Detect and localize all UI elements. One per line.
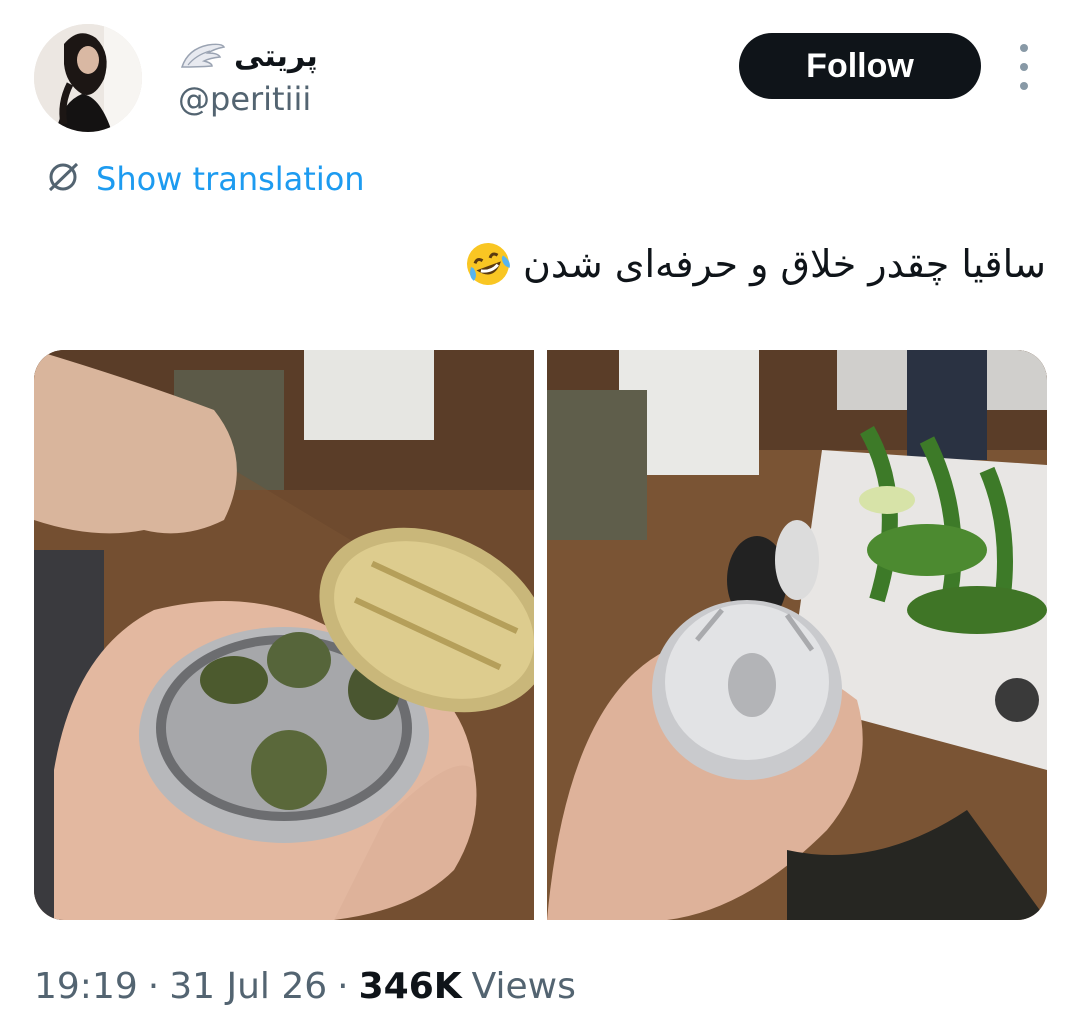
views-count: 346K [358, 965, 462, 1007]
tweet-text: ساقیا چقدر خلاق و حرفه‌ای شدن [522, 242, 1046, 286]
meta-separator: · [337, 965, 349, 1007]
show-translation-label: Show translation [96, 160, 365, 198]
translate-icon [44, 158, 82, 200]
meta-separator: · [147, 965, 160, 1007]
more-vertical-icon[interactable] [1010, 44, 1038, 90]
follow-button[interactable]: Follow [739, 33, 981, 99]
avatar-image [34, 24, 142, 132]
tweet-photo-1[interactable] [34, 350, 534, 920]
tweet-date[interactable]: 31 Jul 26 [169, 966, 327, 1007]
laughing-emoji-icon [463, 239, 513, 289]
views-label: Views [471, 965, 576, 1007]
show-translation-link[interactable]: Show translation [44, 156, 365, 202]
author-display-name: پریتی [234, 38, 318, 74]
author-handle[interactable]: @peritiii [178, 80, 311, 118]
tweet-media-grid [34, 350, 1047, 920]
author-name-row[interactable]: پریتی [178, 34, 318, 78]
tweet-text-row: ساقیا چقدر خلاق و حرفه‌ای شدن [463, 234, 1046, 294]
tweet-photo-2[interactable] [547, 350, 1047, 920]
tweet-meta: 19:19 · 31 Jul 26 · 346K Views [34, 960, 576, 1012]
avatar[interactable] [34, 24, 142, 132]
wing-icon [178, 41, 226, 71]
tweet-time[interactable]: 19:19 [34, 966, 138, 1007]
